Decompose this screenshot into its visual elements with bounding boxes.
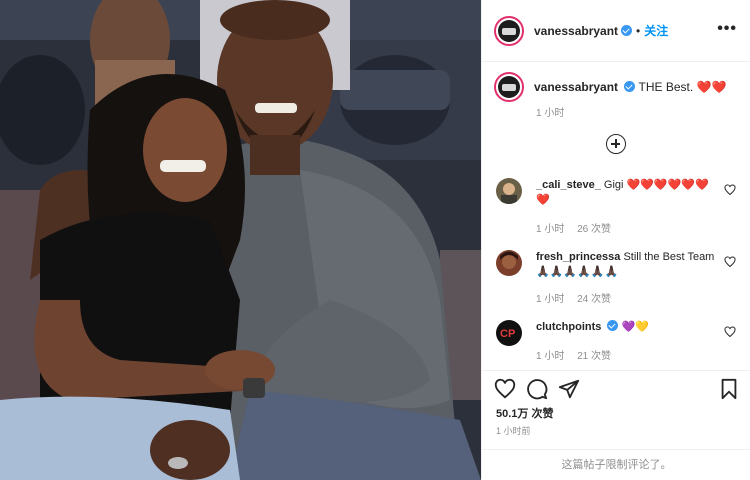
share-paper-plane-icon[interactable]: [558, 378, 580, 400]
caption-avatar[interactable]: [494, 72, 524, 102]
comment-username[interactable]: _cali_steve_: [536, 179, 601, 191]
comment-text-block: clutchpoints 💜💛: [536, 320, 716, 335]
verified-badge-icon: [624, 81, 636, 92]
load-more-comments-icon[interactable]: [606, 134, 626, 154]
comment-text-block: fresh_princessa Still the Best Team🙏🏿🙏🏿🙏…: [536, 250, 716, 280]
comment-text-block: _cali_steve_ Gigi ❤️❤️❤️❤️❤️❤️❤️: [536, 178, 716, 208]
save-bookmark-icon[interactable]: [718, 378, 740, 400]
caption-text: THE Best. ❤️❤️: [638, 80, 727, 94]
svg-text:CP: CP: [500, 328, 515, 340]
photo-illustration: [0, 0, 481, 480]
more-options-button[interactable]: •••: [717, 20, 737, 38]
comment-likes[interactable]: 24 次赞: [577, 294, 611, 305]
post-time: 1 小时前: [496, 426, 531, 436]
comment-text: 💜💛: [621, 321, 649, 333]
comment-avatar[interactable]: [496, 250, 522, 276]
username-link[interactable]: vanessabryant: [534, 24, 618, 38]
comments-limited-notice: 这篇帖子限制评论了。: [482, 449, 750, 480]
post-detail-panel: vanessabryant • 关注 ••• vanessabryant THE…: [481, 0, 750, 480]
comment-username[interactable]: clutchpoints: [536, 321, 601, 333]
comment-avatar[interactable]: CP: [496, 320, 522, 346]
verified-badge-icon: [607, 320, 619, 331]
caption-username[interactable]: vanessabryant: [534, 80, 618, 94]
comment-time: 1 小时: [536, 224, 565, 235]
verified-badge-icon: [621, 25, 633, 36]
avatar[interactable]: [494, 15, 524, 46]
comment-time: 1 小时: [536, 294, 565, 305]
comment-meta: 1 小时 21 次赞: [536, 347, 621, 362]
comment-avatar[interactable]: [496, 178, 522, 204]
like-heart-icon[interactable]: [494, 378, 516, 400]
post-header: vanessabryant • 关注 •••: [482, 0, 750, 62]
comment-time: 1 小时: [536, 351, 565, 362]
likes-count[interactable]: 50.1万 次赞: [496, 405, 553, 421]
comment-meta: 1 小时 24 次赞: [536, 290, 621, 305]
comment-like-heart-icon[interactable]: [724, 184, 736, 196]
post-actions: 50.1万 次赞 1 小时前 这篇帖子限制评论了。: [482, 370, 750, 480]
comment-likes[interactable]: 26 次赞: [577, 224, 611, 235]
comment-meta: 1 小时 26 次赞: [536, 220, 621, 235]
comment-like-heart-icon[interactable]: [724, 256, 736, 268]
post-photo[interactable]: [0, 0, 481, 480]
caption-time: 1 小时: [536, 108, 565, 119]
separator-dot: •: [636, 23, 641, 38]
caption-text-block: vanessabryant THE Best. ❤️❤️: [534, 79, 726, 95]
comment-likes[interactable]: 21 次赞: [577, 351, 611, 362]
caption: vanessabryant THE Best. ❤️❤️: [494, 72, 744, 102]
comment-bubble-icon[interactable]: [526, 378, 548, 400]
follow-button[interactable]: 关注: [644, 22, 668, 39]
comment-like-heart-icon[interactable]: [724, 326, 736, 338]
comment-username[interactable]: fresh_princessa: [536, 251, 620, 263]
